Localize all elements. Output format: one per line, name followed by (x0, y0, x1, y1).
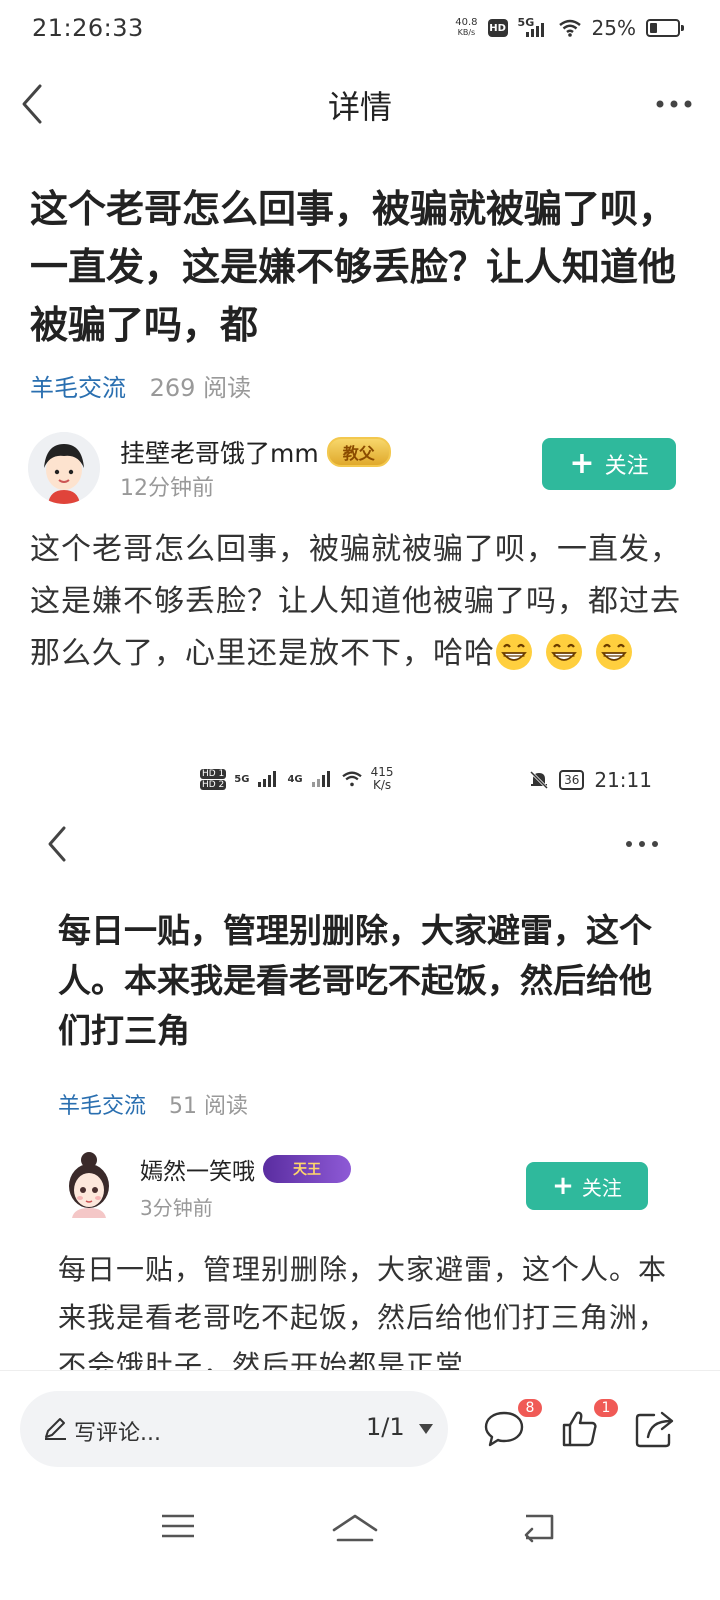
avatar (69, 1152, 109, 1218)
caret-down-icon[interactable] (418, 1423, 434, 1435)
post-meta: 羊毛交流 269 阅读 (30, 368, 251, 403)
embedded-signal-4g: 4G (287, 773, 303, 785)
pencil-icon (45, 1418, 66, 1440)
embedded-follow-button: + 关注 (526, 1162, 648, 1210)
more-icon[interactable] (654, 90, 694, 118)
post-content[interactable]: 这个老哥怎么回事，被骗就被骗了呗，一直发，这是嫌不够丢脸？让人知道他被骗了吗，都… (0, 146, 720, 1370)
like-count-badge: 1 (592, 1397, 620, 1419)
comment-button[interactable]: 8 (482, 1397, 544, 1451)
author-badge: 教父 (326, 437, 391, 467)
post-body-text: 这个老哥怎么回事，被骗就被骗了呗，一直发，这是嫌不够丢脸？让人知道他被骗了吗，都… (30, 532, 681, 671)
like-button[interactable]: 1 (558, 1397, 620, 1451)
more-icon (626, 841, 658, 847)
embedded-hd-icons: HD 1 HD 2 (200, 768, 227, 790)
signal-bars-icon (258, 771, 277, 787)
embedded-post-time: 3分钟前 (140, 1196, 213, 1220)
signal-icon: 5G (518, 16, 548, 38)
status-time: 21:26:33 (32, 14, 144, 42)
embedded-author-badge: 天王 (263, 1155, 351, 1183)
embedded-follow-label: 关注 (581, 1175, 622, 1200)
embedded-post-body: 每日一贴，管理别删除，大家避雷，这个人。本来我是看老哥吃不起饭，然后给他们打三角… (58, 1253, 668, 1370)
embedded-time: 21:11 (594, 768, 652, 792)
embedded-status-right: 36 21:11 (529, 768, 652, 792)
post-body: 这个老哥怎么回事，被骗就被骗了呗，一直发，这是嫌不够丢脸？让人知道他被骗了吗，都… (30, 524, 690, 680)
plus-icon: + (569, 446, 595, 481)
embedded-battery: 36 (559, 770, 585, 790)
signal-bars-icon (311, 771, 330, 787)
post-time: 12分钟前 (120, 476, 214, 501)
home-icon[interactable] (330, 1508, 380, 1544)
comment-input[interactable]: 写评论... 1/1 (20, 1391, 448, 1467)
embedded-post-meta: 羊毛交流 51 阅读 (58, 1088, 248, 1120)
embedded-net-speed: 415 K/s (370, 765, 394, 792)
nav-bar: 详情 (0, 62, 720, 146)
hd-icon: HD (487, 19, 508, 37)
back-icon (48, 826, 66, 862)
wifi-icon (341, 771, 362, 787)
grin-emoji-icon (596, 634, 632, 670)
grin-emoji-icon (496, 634, 532, 670)
view-count: 269 阅读 (149, 374, 252, 402)
menu-icon[interactable] (158, 1508, 198, 1544)
status-icons: 40.8 KB/s HD 5G 25% (455, 16, 684, 40)
page-title: 详情 (327, 88, 392, 126)
embedded-post-title: 每日一贴，管理别删除，大家避雷，这个人。本来我是看老哥吃不起饭，然后给他们打三角 (58, 911, 652, 1050)
follow-label: 关注 (604, 454, 649, 479)
comment-placeholder: 写评论... (74, 1421, 161, 1446)
page-indicator[interactable]: 1/1 (366, 1413, 405, 1441)
grin-emoji-icon (546, 634, 582, 670)
status-bar: 21:26:33 40.8 KB/s HD 5G 25% (0, 0, 720, 60)
follow-button[interactable]: + 关注 (542, 438, 676, 490)
plus-icon: + (552, 1171, 574, 1201)
battery-icon (646, 19, 684, 37)
embedded-category: 羊毛交流 (58, 1094, 147, 1119)
avatar[interactable] (28, 432, 100, 504)
share-icon (635, 1411, 674, 1448)
embedded-author-row: 嫣然一笑哦 天王 (140, 1152, 351, 1186)
share-button[interactable] (632, 1407, 676, 1451)
bottom-action-bar: 写评论... 1/1 8 1 (0, 1370, 720, 1486)
comment-count-badge: 8 (516, 1397, 544, 1419)
embedded-signal-5g: 5G (234, 773, 250, 785)
network-speed: 40.8 KB/s (455, 17, 478, 38)
embedded-author-name: 嫣然一笑哦 (140, 1159, 255, 1185)
post-title: 这个老哥怎么回事，被骗就被骗了呗，一直发，这是嫌不够丢脸？让人知道他被骗了吗，都 (30, 187, 677, 347)
mute-bell-icon (530, 770, 549, 790)
author-name[interactable]: 挂壁老哥饿了mm (120, 434, 319, 470)
system-navigation-bar (0, 1486, 720, 1600)
category-link[interactable]: 羊毛交流 (30, 374, 126, 402)
embedded-status-left: HD 1 HD 2 5G 4G 415 K/s (200, 766, 394, 792)
battery-percent: 25% (591, 16, 636, 40)
wifi-icon (558, 19, 581, 37)
author-row: 挂壁老哥饿了mm 教父 (120, 434, 391, 470)
return-icon[interactable] (518, 1508, 558, 1544)
battery-fill (650, 23, 657, 33)
embedded-view-count: 51 阅读 (169, 1094, 249, 1119)
embedded-status-bar: HD 1 HD 2 5G 4G 415 K/s 36 21:11 (0, 758, 720, 808)
embedded-screenshot[interactable]: HD 1 HD 2 5G 4G 415 K/s 36 21:11 每日一贴，管理… (0, 758, 720, 1370)
